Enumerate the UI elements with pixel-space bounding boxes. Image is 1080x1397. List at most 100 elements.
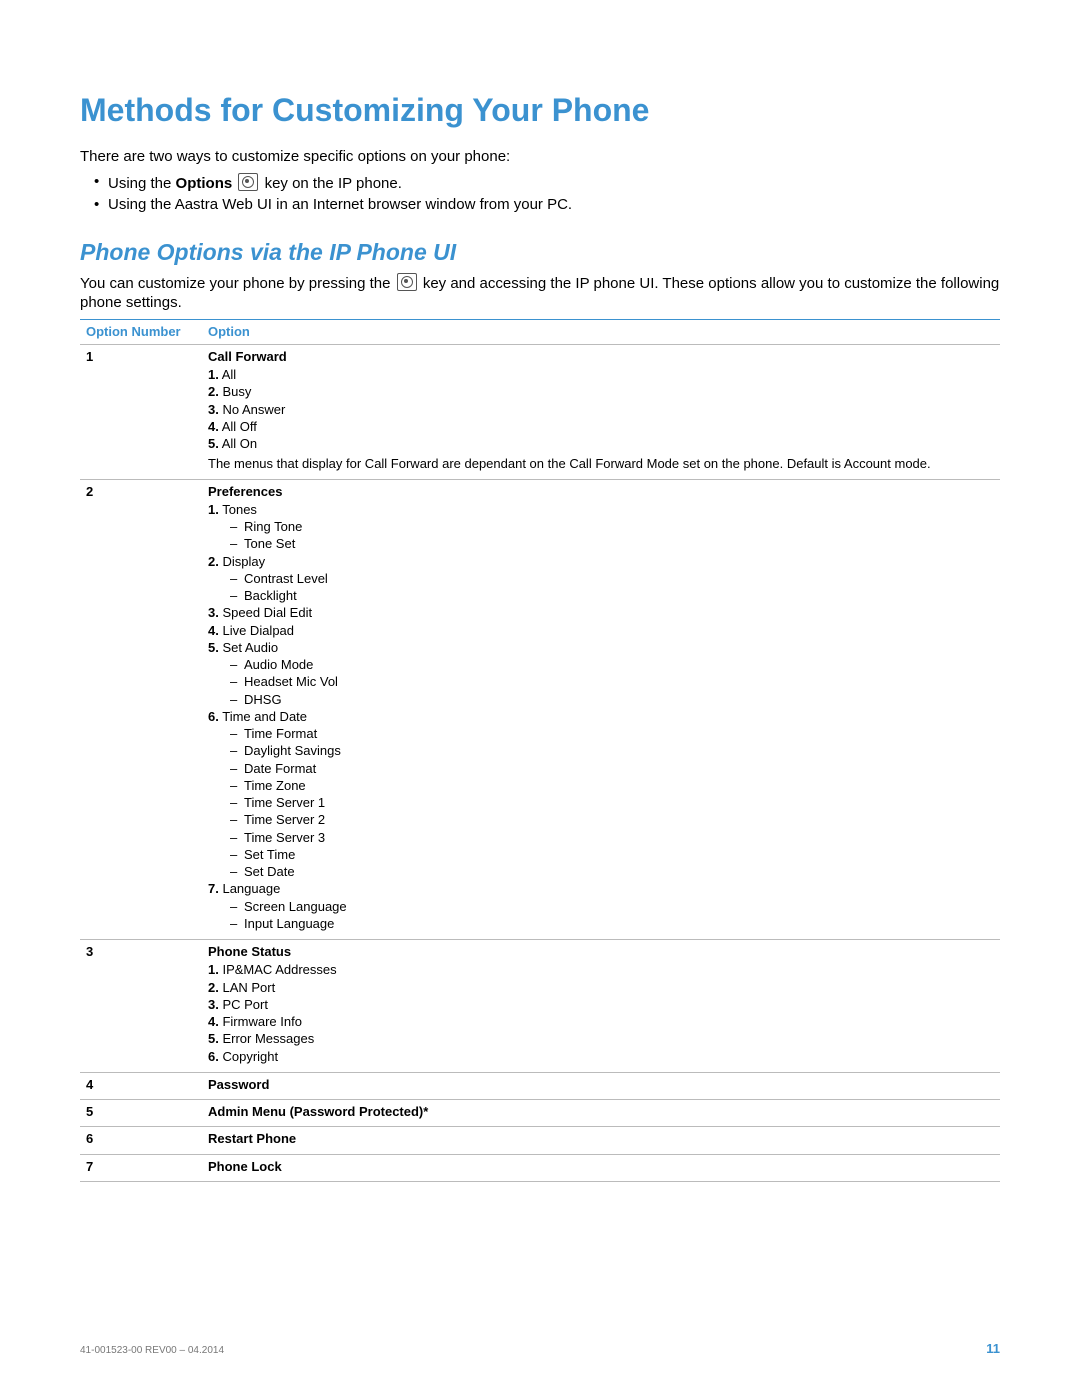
list-item: DHSG [230, 692, 994, 708]
list-item-label: Copyright [222, 1049, 278, 1064]
list-item-label: Display [222, 554, 265, 569]
list-item-label: Speed Dial Edit [222, 605, 312, 620]
list-item-label: IP&MAC Addresses [222, 962, 336, 977]
list-item: 3. Speed Dial Edit [208, 605, 994, 621]
page-number: 11 [986, 1341, 1000, 1357]
bullet-options-key: Using the Options key on the IP phone. [94, 173, 1000, 194]
list-item: 1. IP&MAC Addresses [208, 962, 994, 978]
list-item-label: All [222, 367, 236, 382]
option-number: 6 [80, 1127, 202, 1154]
nested-list: Screen Language Input Language [208, 899, 994, 933]
nested-list: Time Format Daylight Savings Date Format… [208, 726, 994, 880]
list-item-label: Tones [222, 502, 257, 517]
footer-doc-id: 41-001523-00 REV00 – 04.2014 [80, 1345, 224, 1358]
list-item: Time Zone [230, 778, 994, 794]
list-item: Screen Language [230, 899, 994, 915]
option-cell: Admin Menu (Password Protected)* [202, 1100, 1000, 1127]
nested-list: Contrast Level Backlight [208, 571, 994, 605]
option-number: 1 [80, 344, 202, 479]
list-item-label: Busy [222, 384, 251, 399]
list-item: Audio Mode [230, 657, 994, 673]
option-title: Phone Lock [208, 1159, 282, 1174]
option-cell: Call Forward 1. All 2. Busy 3. No Answer… [202, 344, 1000, 479]
option-cell: Phone Lock [202, 1154, 1000, 1181]
option-number: 3 [80, 940, 202, 1073]
list-item: 5. All On [208, 436, 994, 452]
option-sublist: 1. All 2. Busy 3. No Answer 4. All Off 5… [208, 367, 994, 452]
list-item: Time Server 1 [230, 795, 994, 811]
option-title: Restart Phone [208, 1131, 296, 1146]
list-item: Date Format [230, 761, 994, 777]
option-number: 5 [80, 1100, 202, 1127]
list-item: 2. Display Contrast Level Backlight [208, 554, 994, 605]
section-intro-pre: You can customize your phone by pressing… [80, 275, 395, 292]
column-header-option: Option [202, 319, 1000, 344]
list-item-label: Firmware Info [222, 1014, 301, 1029]
page-title: Methods for Customizing Your Phone [80, 90, 1000, 130]
nested-list: Audio Mode Headset Mic Vol DHSG [208, 657, 994, 708]
list-item: 4. Firmware Info [208, 1014, 994, 1030]
option-sublist: 1. Tones Ring Tone Tone Set 2. Display C… [208, 502, 994, 932]
table-row: 3 Phone Status 1. IP&MAC Addresses 2. LA… [80, 940, 1000, 1073]
option-note: The menus that display for Call Forward … [208, 456, 994, 472]
list-item-label: Time and Date [222, 709, 307, 724]
list-item: Headset Mic Vol [230, 674, 994, 690]
list-item-label: PC Port [222, 997, 268, 1012]
list-item-label: No Answer [222, 402, 285, 417]
section-heading: Phone Options via the IP Phone UI [80, 238, 1000, 267]
list-item-label: Set Audio [222, 640, 278, 655]
option-cell: Phone Status 1. IP&MAC Addresses 2. LAN … [202, 940, 1000, 1073]
option-number: 2 [80, 479, 202, 940]
intro-text: There are two ways to customize specific… [80, 148, 1000, 167]
list-item: Ring Tone [230, 519, 994, 535]
option-cell: Preferences 1. Tones Ring Tone Tone Set … [202, 479, 1000, 940]
bullet-text-bold: Options [176, 175, 233, 192]
list-item: 3. PC Port [208, 997, 994, 1013]
list-item: 7. Language Screen Language Input Langua… [208, 881, 994, 932]
list-item-label: All On [222, 436, 257, 451]
table-row: 6 Restart Phone [80, 1127, 1000, 1154]
list-item: Time Format [230, 726, 994, 742]
option-sublist: 1. IP&MAC Addresses 2. LAN Port 3. PC Po… [208, 962, 994, 1065]
intro-bullets: Using the Options key on the IP phone. U… [80, 173, 1000, 215]
bullet-text: key on the IP phone. [265, 175, 402, 192]
list-item: Tone Set [230, 536, 994, 552]
option-title: Phone Status [208, 944, 994, 960]
list-item-label: All Off [222, 419, 257, 434]
list-item: 3. No Answer [208, 402, 994, 418]
options-table: Option Number Option 1 Call Forward 1. A… [80, 319, 1000, 1182]
table-row: 2 Preferences 1. Tones Ring Tone Tone Se… [80, 479, 1000, 940]
list-item: 2. LAN Port [208, 980, 994, 996]
list-item: Time Server 3 [230, 830, 994, 846]
list-item: 4. All Off [208, 419, 994, 435]
list-item: 5. Error Messages [208, 1031, 994, 1047]
table-row: 7 Phone Lock [80, 1154, 1000, 1181]
list-item: Time Server 2 [230, 812, 994, 828]
document-page: Methods for Customizing Your Phone There… [0, 0, 1080, 1397]
gear-icon [397, 273, 417, 291]
page-footer: 41-001523-00 REV00 – 04.2014 11 [80, 1341, 1000, 1357]
list-item-label: LAN Port [222, 980, 275, 995]
list-item: 1. Tones Ring Tone Tone Set [208, 502, 994, 553]
list-item: Set Time [230, 847, 994, 863]
option-number: 4 [80, 1072, 202, 1099]
table-row: 5 Admin Menu (Password Protected)* [80, 1100, 1000, 1127]
column-header-number: Option Number [80, 319, 202, 344]
bullet-web-ui: Using the Aastra Web UI in an Internet b… [94, 196, 1000, 215]
option-title: Preferences [208, 484, 994, 500]
option-cell: Password [202, 1072, 1000, 1099]
list-item: 5. Set Audio Audio Mode Headset Mic Vol … [208, 640, 994, 708]
section-intro: You can customize your phone by pressing… [80, 273, 1000, 313]
option-number: 7 [80, 1154, 202, 1181]
option-cell: Restart Phone [202, 1127, 1000, 1154]
list-item: 2. Busy [208, 384, 994, 400]
list-item: Set Date [230, 864, 994, 880]
option-title: Call Forward [208, 349, 994, 365]
list-item: Input Language [230, 916, 994, 932]
list-item-label: Error Messages [222, 1031, 314, 1046]
list-item: 1. All [208, 367, 994, 383]
nested-list: Ring Tone Tone Set [208, 519, 994, 553]
list-item-label: Language [222, 881, 280, 896]
list-item: 4. Live Dialpad [208, 623, 994, 639]
table-row: 1 Call Forward 1. All 2. Busy 3. No Answ… [80, 344, 1000, 479]
